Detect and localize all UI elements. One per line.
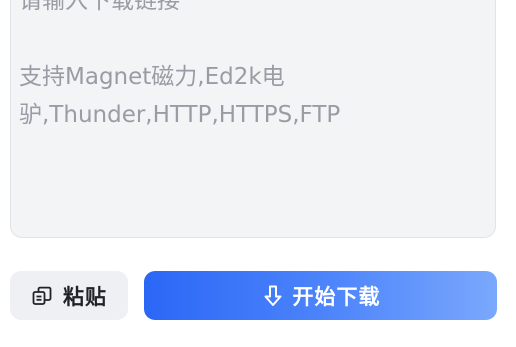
download-panel: 请输入下载链接 支持Magnet磁力,Ed2k电驴,Thunder,HTTP,H… (0, 0, 516, 347)
download-arrow-icon (261, 284, 285, 308)
start-download-button[interactable]: 开始下载 (144, 271, 497, 320)
start-download-label: 开始下载 (292, 284, 381, 309)
url-placeholder: 请输入下载链接 支持Magnet磁力,Ed2k电驴,Thunder,HTTP,H… (19, 0, 341, 128)
paste-button[interactable]: 粘贴 (10, 271, 128, 320)
paste-button-label: 粘贴 (63, 284, 107, 309)
url-textarea[interactable]: 请输入下载链接 支持Magnet磁力,Ed2k电驴,Thunder,HTTP,H… (10, 0, 496, 238)
paste-icon (31, 285, 53, 307)
